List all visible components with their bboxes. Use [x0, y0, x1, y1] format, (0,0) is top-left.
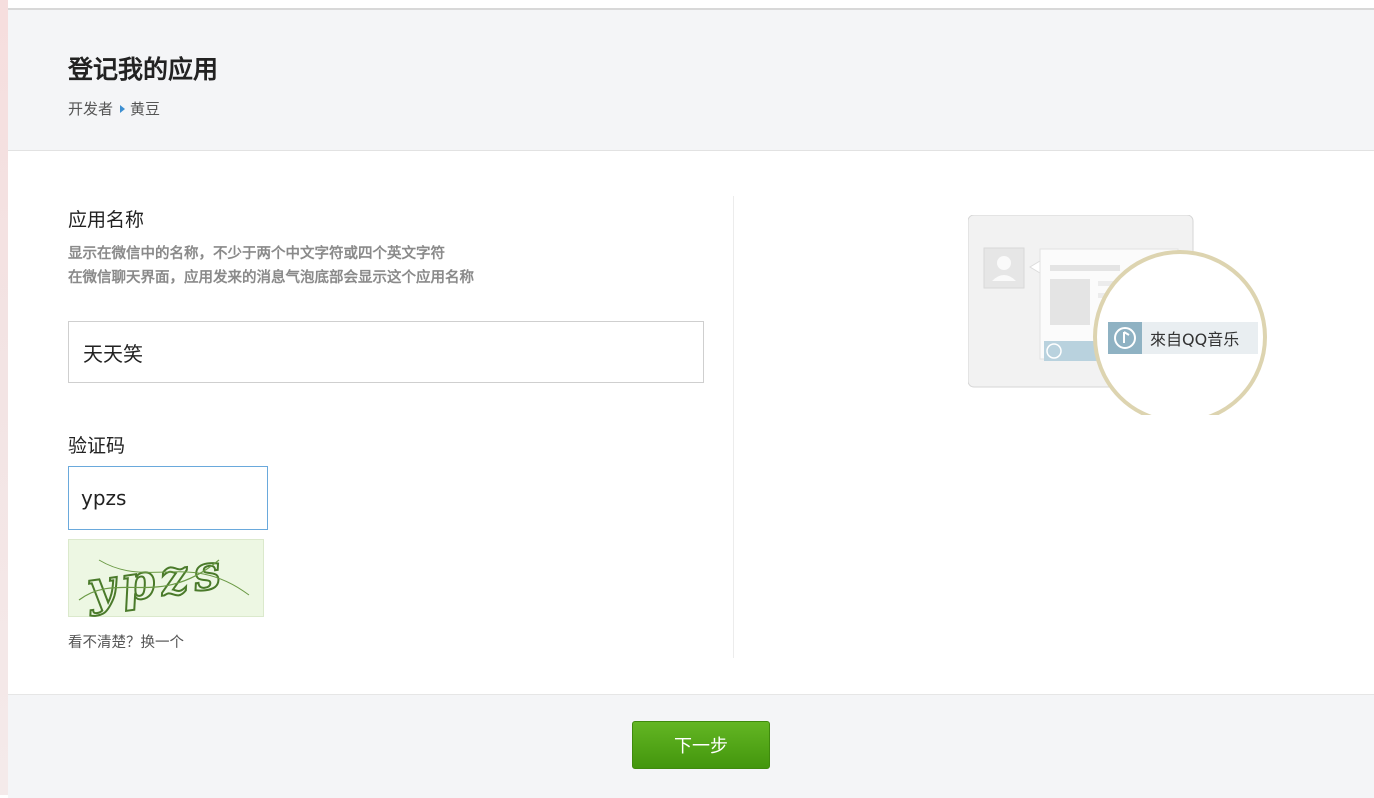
next-step-button[interactable]: 下一步 [632, 721, 770, 769]
captcha-glyphs: ypzs [78, 542, 250, 619]
app-name-label: 应用名称 [68, 209, 145, 231]
app-name-help-line-2: 在微信聊天界面，应用发来的消息气泡底部会显示这个应用名称 [68, 270, 474, 286]
captcha-refresh-link[interactable]: 看不清楚？换一个 [68, 631, 184, 652]
app-name-help-line-1: 显示在微信中的名称，不少于两个中文字符或四个英文字符 [68, 246, 445, 262]
captcha-label: 验证码 [68, 435, 126, 457]
preview-graphic: 來自QQ音乐 [967, 214, 1267, 424]
breadcrumb-item-current: 黄豆 [130, 100, 161, 118]
captcha-input[interactable] [68, 466, 268, 530]
captcha-image[interactable]: ypzs [68, 539, 264, 619]
page-header: 登记我的应用 开发者 黄豆 [8, 10, 1374, 151]
captcha-image-text: ypzs [83, 543, 230, 618]
preview-source-label: 來自QQ音乐 [1150, 330, 1239, 349]
register-app-panel: 登记我的应用 开发者 黄豆 应用名称 显示在微信中的名称，不少于两个中文字符或四个… [8, 8, 1374, 798]
breadcrumb-item-developer[interactable]: 开发者 [68, 100, 113, 118]
page-footer: 下一步 [8, 694, 1374, 798]
app-name-input[interactable] [68, 321, 704, 383]
breadcrumb-arrow-icon [120, 105, 126, 113]
page-title: 登记我的应用 [68, 55, 219, 84]
avatar-head-icon [997, 256, 1011, 270]
form-column: 应用名称 显示在微信中的名称，不少于两个中文字符或四个英文字符 在微信聊天界面，… [68, 205, 708, 651]
breadcrumb: 开发者 黄豆 [68, 98, 160, 119]
wechat-preview-illustration: 來自QQ音乐 [967, 214, 1268, 424]
bubble-line [1050, 265, 1120, 271]
page-background [0, 0, 8, 795]
bubble-thumbnail [1050, 279, 1090, 325]
column-divider [733, 196, 734, 658]
